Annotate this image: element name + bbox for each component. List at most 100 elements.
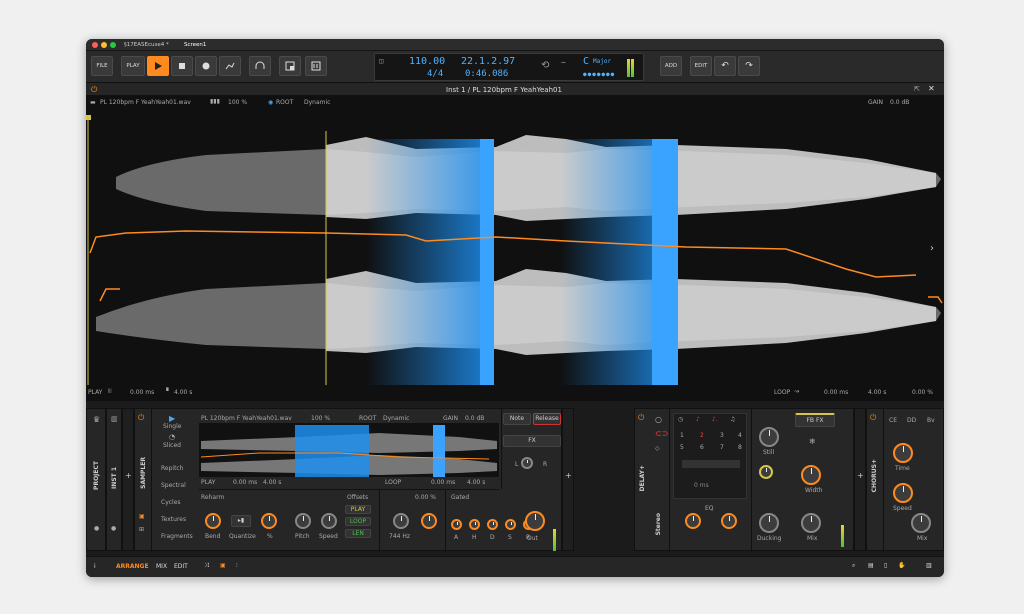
tab-screen1[interactable]: Screen1 (180, 40, 210, 50)
file-button[interactable]: FILE (91, 56, 113, 76)
time-knob[interactable] (893, 443, 913, 463)
sliced-mode-button[interactable]: Sliced (163, 442, 181, 449)
power-icon[interactable]: ⏻ (91, 85, 97, 95)
project-panel[interactable]: ♛ PROJECT ● (86, 408, 106, 551)
chorus-power-icon[interactable]: ⏻ (870, 413, 876, 423)
info-icon[interactable]: i (94, 563, 96, 570)
filter-hz[interactable]: 744 Hz (389, 533, 410, 540)
delay-pad-grid[interactable]: ◷ ♪ ♪. ♫ 1 2 3 4 5 6 7 8 0 ms (673, 413, 747, 499)
folder-icon[interactable]: ▬ (90, 99, 96, 106)
transport-display[interactable]: ◫ 110.00 4/4 22.1.2.97 0:46.086 ⟲ ∼ C Ma… (374, 53, 644, 81)
filter-resonance-knob[interactable] (421, 513, 437, 529)
loop-length-value[interactable]: 4.00 s (868, 389, 886, 396)
speed-knob[interactable] (321, 513, 337, 529)
gated-selector[interactable]: Gated (451, 494, 469, 501)
ducking-knob[interactable] (759, 513, 779, 533)
pan-knob[interactable] (521, 457, 533, 469)
out-knob[interactable] (525, 511, 545, 531)
pad-8[interactable]: 8 (738, 444, 742, 451)
mini-root[interactable]: ROOT (359, 415, 376, 422)
automation-button[interactable] (219, 56, 241, 76)
mix-tab[interactable]: MIX (156, 563, 167, 570)
delay-sync-icon[interactable]: ○ (655, 415, 662, 424)
chorus-tab-ce[interactable]: CE (889, 417, 897, 424)
track-panel[interactable]: ▥ INST 1 ● (106, 408, 122, 551)
pitch-knob[interactable] (295, 513, 311, 529)
loop-toggle-icon[interactable]: ↝ (794, 388, 799, 395)
release-button[interactable]: Release (533, 413, 561, 425)
record-button[interactable] (195, 56, 217, 76)
mini-slice-1[interactable] (295, 425, 369, 477)
waveform-display[interactable]: › (86, 107, 944, 385)
eq-low-knob[interactable] (685, 513, 701, 529)
mini-mode[interactable]: Dynamic (383, 415, 409, 422)
offset-play-button[interactable]: PLAY (345, 505, 371, 514)
reharm-toggle[interactable]: Reharm (201, 494, 224, 501)
pad-5[interactable]: 5 (680, 444, 684, 451)
mini-zoom[interactable]: 100 % (311, 415, 330, 422)
feedback-knob[interactable] (759, 465, 773, 479)
add-button[interactable]: ADD (660, 56, 682, 76)
popout-icon[interactable]: ⇱ (914, 85, 920, 93)
still-knob[interactable] (759, 427, 779, 447)
add-icon-3[interactable]: + (857, 471, 864, 480)
filter-pct[interactable]: 0.00 % (415, 494, 436, 501)
time-signature[interactable]: 4/4 (427, 69, 443, 79)
offset-len-button[interactable]: LEN (345, 529, 371, 538)
mini-filename[interactable]: PL 120bpm F YeahYeah01.wav (201, 415, 292, 422)
slice-marker-1[interactable] (480, 139, 494, 385)
add-device-right[interactable]: + (854, 408, 866, 551)
zoom-value[interactable]: 100 % (228, 99, 247, 106)
device-panel-icon[interactable]: ▣ (220, 562, 226, 569)
play-mode-button[interactable]: PLAY (121, 56, 145, 76)
loop-toggle-icon[interactable]: ◫ (379, 57, 383, 65)
loop-icon[interactable]: ⟲ (541, 60, 549, 71)
add-device-mid[interactable]: + (562, 408, 574, 551)
chorus-speed-knob[interactable] (893, 483, 913, 503)
mini-waveform[interactable] (199, 423, 499, 477)
tab-project[interactable]: §17EASEcuse4 * (120, 40, 173, 50)
redo-button[interactable]: ↷ (738, 56, 760, 76)
quantize-amount-knob[interactable] (261, 513, 277, 529)
add-icon-2[interactable]: + (565, 471, 572, 480)
chorus-mix-knob[interactable] (911, 513, 931, 533)
delay-link-icon[interactable]: ⊂⊃ (655, 429, 668, 438)
loop-crossfade-value[interactable]: 0.00 % (912, 389, 933, 396)
sampler-item-textures[interactable]: Textures (161, 516, 186, 523)
offset-loop-button[interactable]: LOOP (345, 517, 371, 526)
slice-highlight-1[interactable] (366, 139, 494, 385)
modulator-icon[interactable]: ▣ (139, 513, 145, 520)
width-knob[interactable] (801, 465, 821, 485)
search-icon[interactable]: ⌕ (852, 562, 855, 570)
env-attack-knob[interactable] (451, 519, 462, 530)
delay-route-icon[interactable]: ◇ (655, 445, 660, 452)
mini-slice-2[interactable] (433, 425, 445, 477)
pad-3[interactable]: 3 (720, 432, 724, 439)
gain-value[interactable]: 0.0 dB (890, 99, 909, 106)
pad-slider[interactable] (682, 460, 740, 468)
note-button[interactable]: Note (503, 413, 531, 425)
fx-button[interactable]: FX (503, 435, 561, 447)
zoom-window-button[interactable] (110, 42, 116, 48)
sampler-item-spectral[interactable]: Spectral (161, 482, 186, 489)
play-button[interactable] (147, 56, 169, 76)
mix-knob[interactable] (801, 513, 821, 533)
arrange-tab[interactable]: ARRANGE (116, 563, 149, 570)
play-start-flag[interactable] (86, 115, 91, 120)
sampler-item-repitch[interactable]: Repitch (161, 465, 184, 472)
pad-4[interactable]: 4 (738, 432, 742, 439)
close-icon[interactable]: ✕ (928, 84, 935, 93)
pad-6[interactable]: 6 (700, 444, 704, 451)
play-length-value[interactable]: 4.00 s (174, 389, 192, 396)
quantize-selector[interactable]: ▸▮ (231, 515, 251, 527)
browser-icon[interactable]: ▤ (868, 562, 874, 569)
fbfx-button[interactable]: FB FX (795, 413, 835, 427)
mini-play-start[interactable]: 0.00 ms (233, 479, 257, 486)
sampler-item-fragments[interactable]: Fragments (161, 533, 193, 540)
pad-2[interactable]: 2 (700, 432, 704, 439)
loop-start-value[interactable]: 0.00 ms (824, 389, 848, 396)
minimize-window-button[interactable] (101, 42, 107, 48)
stop-button[interactable] (171, 56, 193, 76)
pad-7[interactable]: 7 (720, 444, 724, 451)
sample-filename[interactable]: PL 120bpm F YeahYeah01.wav (100, 99, 191, 106)
